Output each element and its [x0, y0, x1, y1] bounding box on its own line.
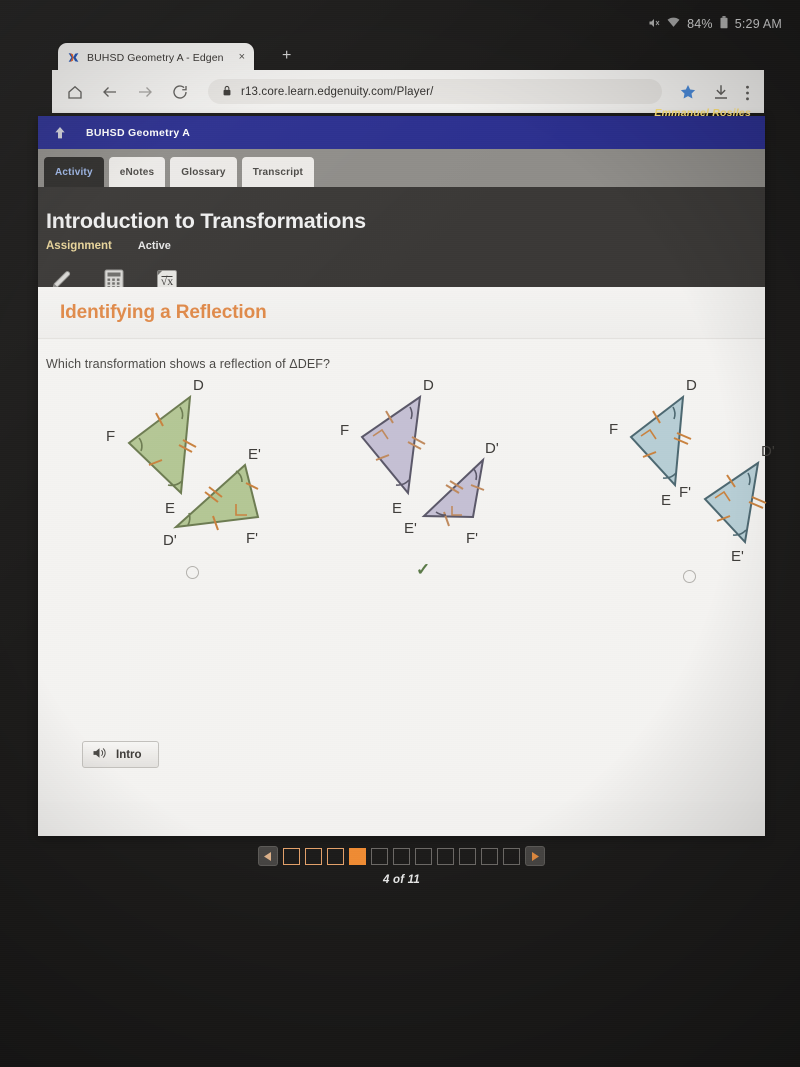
pager-step-6[interactable]: [393, 847, 410, 865]
svg-text:E': E': [404, 520, 417, 537]
activity-heading-bar: Identifying a Reflection: [38, 287, 765, 339]
choice-a-figure: D F E E' D' F': [106, 377, 261, 549]
edgenuity-app: BUHSD Geometry A Emmanuel Rosiles Activi…: [38, 107, 775, 836]
home-icon[interactable]: [66, 83, 84, 101]
assignment-status-badge: Active: [137, 240, 171, 252]
pager-step-10[interactable]: [481, 847, 498, 865]
battery-percent: 84%: [687, 17, 713, 31]
wifi-icon: [667, 17, 680, 31]
svg-text:E: E: [392, 500, 402, 517]
answer-choices: D F E E' D' F' D F E D' E' F' ✓ D F E D'…: [38, 375, 775, 595]
choice-b-figure: D F E D' E' F': [340, 377, 499, 547]
intro-button-label: Intro: [116, 748, 142, 761]
download-icon[interactable]: [712, 83, 730, 101]
pager-step-1[interactable]: [283, 847, 300, 865]
pager-step-4[interactable]: [349, 847, 366, 865]
svg-text:D': D': [163, 532, 177, 549]
pager-step-9[interactable]: [459, 847, 476, 865]
clock-time: 5:29 AM: [734, 17, 782, 31]
battery-icon: [720, 16, 728, 32]
mute-icon: [648, 17, 660, 32]
svg-text:F': F': [679, 484, 691, 501]
speaker-icon: [92, 746, 107, 763]
svg-text:D: D: [193, 377, 204, 394]
svg-text:E': E': [248, 446, 261, 463]
pager-step-3[interactable]: [327, 847, 344, 865]
browser-tab[interactable]: BUHSD Geometry A - Edgen ×: [58, 43, 254, 72]
intro-audio-button[interactable]: Intro: [82, 741, 159, 768]
page-title: Introduction to Transformations: [46, 209, 366, 233]
new-tab-button[interactable]: +: [282, 48, 291, 64]
answer-radio-a[interactable]: [186, 566, 199, 579]
close-icon[interactable]: ×: [239, 52, 245, 63]
svg-text:F: F: [340, 422, 349, 439]
url-text: r13.core.learn.edgenuity.com/Player/: [241, 85, 434, 98]
edgenuity-favicon: [67, 51, 80, 64]
tab-activity[interactable]: Activity: [44, 157, 104, 187]
answer-choice-b[interactable]: D F E D' E' F' ✓: [320, 375, 550, 578]
browser-tab-strip: BUHSD Geometry A - Edgen × +: [52, 41, 764, 72]
pager-step-2[interactable]: [305, 847, 322, 865]
pager-step-8[interactable]: [437, 847, 454, 865]
activity-content: Identifying a Reflection Which transform…: [38, 287, 775, 802]
reload-icon[interactable]: [171, 83, 189, 101]
tab-transcript[interactable]: Transcript: [241, 157, 315, 187]
svg-text:F: F: [106, 428, 115, 445]
prev-arrow-icon[interactable]: [258, 846, 278, 866]
activity-heading: Identifying a Reflection: [60, 301, 267, 323]
svg-text:F': F': [466, 530, 478, 547]
choice-c-figure: D F E D' F' E': [609, 377, 775, 565]
user-name: Emmanuel Rosiles: [654, 107, 751, 119]
device-photo: 84% 5:29 AM BUHSD Geometry A - Edgen × +: [0, 0, 800, 1067]
lock-icon: [222, 83, 232, 101]
pager-step-5[interactable]: [371, 847, 388, 865]
svg-text:E': E': [731, 548, 744, 565]
svg-text:E: E: [165, 500, 175, 517]
svg-text:D': D': [485, 440, 499, 457]
lesson-meta: Assignment Active: [46, 240, 765, 252]
pager-step-7[interactable]: [415, 847, 432, 865]
assignment-type-label: Assignment: [46, 240, 112, 252]
home-arrow-icon[interactable]: [52, 125, 68, 141]
pager-controls: [258, 846, 545, 866]
answer-choice-a[interactable]: D F E E' D' F': [68, 375, 298, 579]
svg-text:F: F: [609, 421, 618, 438]
pager-label: 4 of 11: [383, 874, 420, 886]
back-arrow-icon[interactable]: [101, 83, 119, 101]
browser-chrome: BUHSD Geometry A - Edgen × + r13.core.le…: [52, 41, 764, 113]
tab-glossary[interactable]: Glossary: [170, 157, 237, 187]
forward-arrow-icon[interactable]: [136, 83, 154, 101]
tab-enotes[interactable]: eNotes: [108, 157, 166, 187]
pager-step-11[interactable]: [503, 847, 520, 865]
activity-pager: 4 of 11: [38, 840, 765, 902]
overflow-menu-icon[interactable]: [745, 83, 750, 101]
question-text: Which transformation shows a reflection …: [46, 357, 331, 371]
star-icon[interactable]: [679, 83, 697, 101]
app-header: BUHSD Geometry A Emmanuel Rosiles: [38, 107, 765, 149]
svg-text:F': F': [246, 530, 258, 547]
svg-text:D: D: [686, 377, 697, 394]
url-bar[interactable]: r13.core.learn.edgenuity.com/Player/: [208, 79, 662, 104]
answer-radio-c[interactable]: [683, 570, 696, 583]
browser-tab-title: BUHSD Geometry A - Edgen: [87, 51, 224, 64]
next-arrow-icon[interactable]: [525, 846, 545, 866]
app-tab-bar: Activity eNotes Glossary Transcript: [38, 149, 765, 187]
answer-check-b[interactable]: ✓: [416, 561, 430, 578]
lesson-banner: Introduction to Transformations Assignme…: [38, 187, 765, 292]
svg-text:D: D: [423, 377, 434, 394]
answer-choice-c[interactable]: D F E D' F' E': [583, 375, 800, 583]
course-name: BUHSD Geometry A: [86, 126, 191, 139]
android-status-bar: 84% 5:29 AM: [0, 13, 800, 35]
svg-text:E: E: [661, 492, 671, 509]
svg-text:D': D': [761, 443, 775, 460]
